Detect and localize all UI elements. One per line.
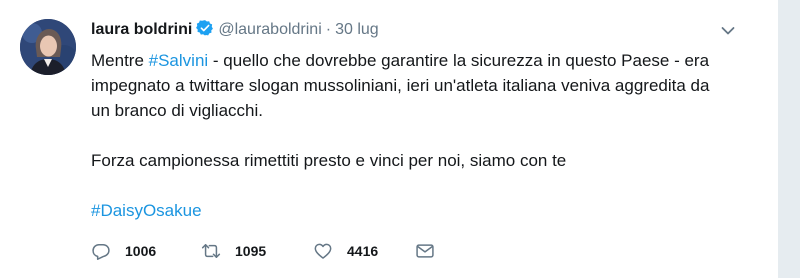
tweet-text-part1: Mentre	[91, 51, 149, 70]
tweet-paragraph-2: Forza campionessa rimettiti presto e vin…	[91, 151, 567, 170]
like-count: 4416	[347, 243, 379, 259]
retweet-icon	[201, 244, 221, 258]
like-button[interactable]: 4416	[313, 241, 415, 261]
reply-count: 1006	[125, 243, 157, 259]
tweet-date[interactable]: 30 lug	[335, 21, 379, 38]
tweet-actions: 1006 1095 4416	[91, 240, 435, 262]
avatar-image	[20, 19, 76, 75]
separator-dot: ·	[325, 21, 332, 38]
tweet-card[interactable]: laura boldrini @lauraboldrini · 30 lug Men…	[0, 0, 779, 278]
author-handle[interactable]: @lauraboldrini	[218, 21, 321, 38]
retweet-button[interactable]: 1095	[201, 241, 313, 261]
page-background	[779, 0, 800, 278]
like-icon	[314, 243, 332, 259]
direct-message-button[interactable]	[415, 241, 435, 261]
chevron-down-icon[interactable]	[721, 26, 735, 36]
reply-icon	[92, 244, 110, 260]
tweet-header: laura boldrini @lauraboldrini · 30 lug	[91, 19, 379, 39]
avatar[interactable]	[20, 19, 76, 75]
hashtag-link[interactable]: #DaisyOsakue	[91, 201, 202, 220]
author-name[interactable]: laura boldrini	[91, 21, 192, 38]
message-icon	[416, 244, 434, 258]
reply-button[interactable]: 1006	[91, 241, 207, 261]
tweet-text: Mentre #Salvini - quello che dovrebbe ga…	[91, 48, 731, 223]
retweet-count: 1095	[235, 243, 267, 259]
tweet-paragraph-1: Mentre #Salvini - quello che dovrebbe ga…	[91, 48, 731, 123]
verified-icon	[196, 20, 214, 36]
tweet-paragraph-3: #DaisyOsakue	[91, 198, 731, 223]
hashtag-link[interactable]: #Salvini	[149, 51, 209, 70]
